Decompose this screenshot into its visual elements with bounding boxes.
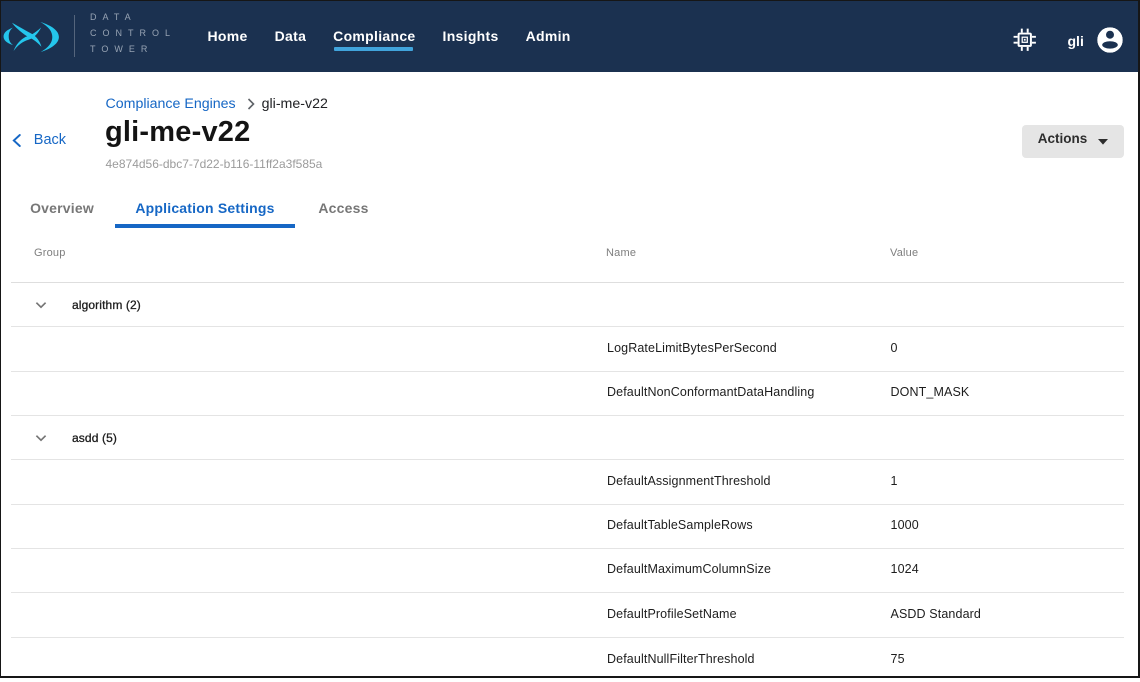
account-avatar-icon[interactable] <box>1097 27 1123 53</box>
tab-overview[interactable]: Overview <box>9 185 115 230</box>
engine-uuid: 4e874d56-dbc7-7d22-b116-11ff2a3f585a <box>106 157 323 171</box>
username-label: gli <box>1068 33 1084 49</box>
chevron-down-icon[interactable] <box>35 432 47 444</box>
table-header-row: Group Name Value <box>11 230 1124 283</box>
settings-table: Group Name Value algorithm (2) LogRateLi… <box>11 230 1124 682</box>
tab-access[interactable]: Access <box>295 185 392 230</box>
page-title: gli-me-v22 <box>105 116 250 149</box>
nav-item-home[interactable]: Home <box>208 22 248 51</box>
nav-item-insights[interactable]: Insights <box>443 22 499 51</box>
setting-row: DefaultTableSampleRows 1000 <box>11 505 1124 549</box>
nav-item-admin[interactable]: Admin <box>526 22 571 51</box>
setting-row: LogRateLimitBytesPerSecond 0 <box>11 327 1124 371</box>
column-header-group: Group <box>34 247 66 259</box>
breadcrumb-current: gli-me-v22 <box>262 96 328 112</box>
actions-button[interactable]: Actions <box>1022 125 1124 158</box>
setting-row: DefaultMaximumColumnSize 1024 <box>11 549 1124 593</box>
chevron-down-icon[interactable] <box>35 299 47 311</box>
tab-application-settings[interactable]: Application Settings <box>115 185 295 230</box>
group-row-algorithm[interactable]: algorithm (2) <box>11 283 1124 327</box>
column-header-value: Value <box>890 247 918 259</box>
detail-tabs: Overview Application Settings Access <box>9 185 392 230</box>
delphix-logo-icon <box>3 21 63 54</box>
breadcrumb: Compliance Engines gli-me-v22 <box>106 96 328 112</box>
app-window: DATA CONTROL TOWER Home Data Compliance … <box>0 0 1140 678</box>
brand-text: DATA CONTROL TOWER <box>90 10 176 57</box>
main-nav: Home Data Compliance Insights Admin <box>208 1 598 72</box>
column-header-name: Name <box>606 247 636 259</box>
setting-row: DefaultAssignmentThreshold 1 <box>11 460 1124 504</box>
back-button[interactable]: Back <box>12 133 66 148</box>
chevron-left-icon <box>12 134 21 147</box>
setting-row: DefaultNonConformantDataHandling DONT_MA… <box>11 372 1124 416</box>
dropdown-caret-icon <box>1098 139 1108 145</box>
api-keys-chip-icon[interactable] <box>1013 28 1037 52</box>
top-navigation-bar: DATA CONTROL TOWER Home Data Compliance … <box>1 1 1138 72</box>
breadcrumb-separator-icon <box>247 98 255 110</box>
group-row-asdd[interactable]: asdd (5) <box>11 416 1124 460</box>
brand-divider <box>74 15 75 57</box>
breadcrumb-link-compliance-engines[interactable]: Compliance Engines <box>106 96 236 112</box>
nav-item-data[interactable]: Data <box>275 22 307 51</box>
setting-row: DefaultProfileSetName ASDD Standard <box>11 593 1124 637</box>
nav-item-compliance[interactable]: Compliance <box>333 22 415 51</box>
setting-row: DefaultNullFilterThreshold 75 <box>11 638 1124 682</box>
